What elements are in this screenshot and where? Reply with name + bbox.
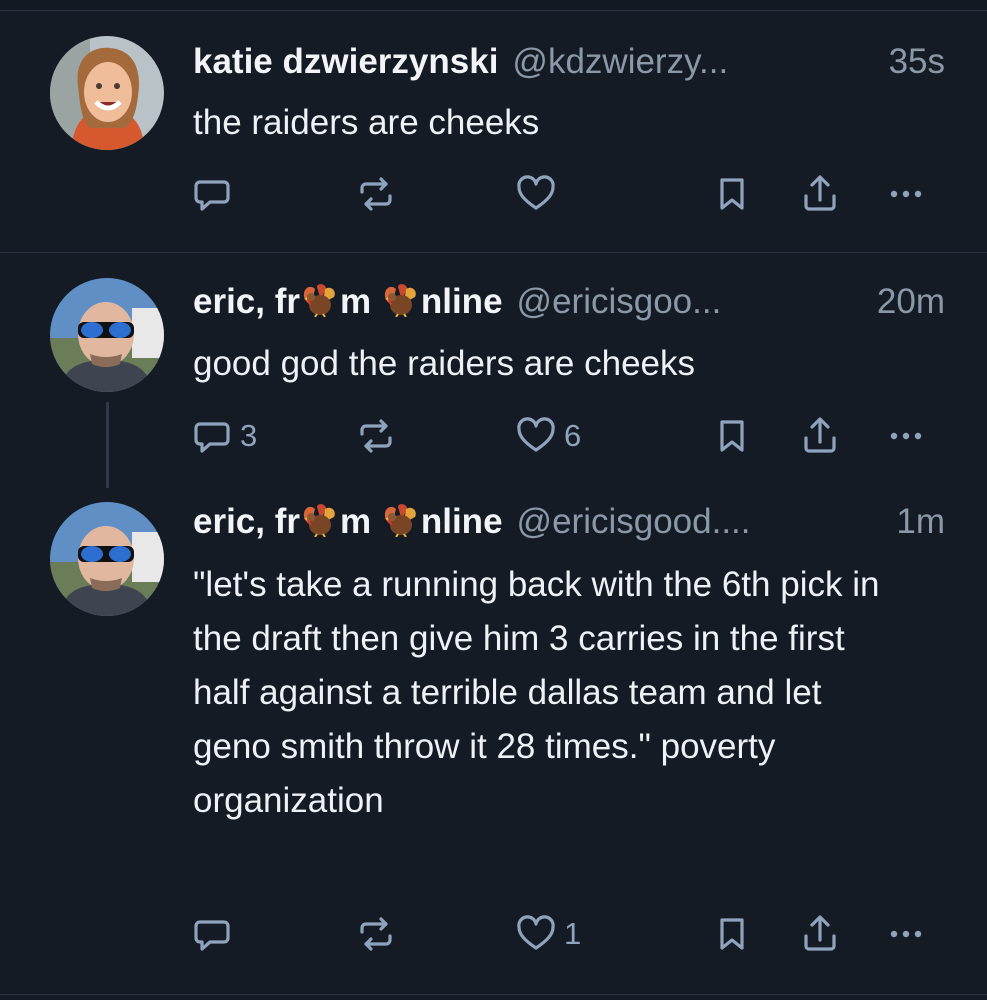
more-button[interactable] [884, 414, 928, 458]
share-button[interactable] [798, 912, 842, 956]
bookmark-button[interactable] [710, 414, 754, 458]
repost-icon [360, 177, 392, 211]
like-button[interactable]: 6 [514, 414, 581, 458]
author-handle[interactable]: @kdzwierzy... [512, 42, 870, 82]
like-button[interactable]: 1 [514, 912, 581, 956]
more-button[interactable] [884, 912, 928, 956]
more-icon [890, 432, 922, 440]
post-text: the raiders are cheeks [193, 103, 540, 142]
share-icon [804, 417, 836, 453]
post-time[interactable]: 20m [877, 282, 945, 322]
like-count: 1 [564, 916, 582, 951]
repost-button[interactable] [354, 172, 398, 216]
post-time[interactable]: 35s [889, 42, 945, 82]
post-actions: 1 [190, 912, 940, 956]
reply-button[interactable] [190, 912, 240, 956]
share-button[interactable] [798, 172, 842, 216]
post-actions: 3 6 [190, 414, 940, 458]
share-button[interactable] [798, 414, 842, 458]
avatar[interactable] [50, 502, 164, 616]
turkey-emoji [301, 503, 339, 537]
repost-button[interactable] [354, 912, 398, 956]
thread-connector [106, 402, 109, 488]
author-name[interactable]: katie dzwierzynski [193, 42, 498, 82]
share-icon [804, 175, 836, 211]
like-count: 6 [564, 418, 582, 453]
post-time[interactable]: 1m [896, 502, 945, 542]
reply-icon [194, 920, 230, 951]
avatar[interactable] [50, 36, 164, 150]
avatar[interactable] [50, 278, 164, 392]
share-icon [804, 915, 836, 951]
repost-button[interactable] [354, 414, 398, 458]
post-divider [0, 252, 987, 253]
turkey-emoji [382, 283, 420, 317]
bookmark-icon [720, 420, 744, 452]
top-divider [0, 0, 987, 11]
like-button[interactable] [514, 172, 564, 216]
author-handle[interactable]: @ericisgood.... [517, 502, 879, 542]
reply-button[interactable] [190, 172, 240, 216]
reply-button[interactable]: 3 [190, 414, 257, 458]
repost-icon [360, 917, 392, 951]
heart-icon [517, 915, 555, 950]
more-icon [890, 930, 922, 938]
post-text: good god the raiders are cheeks [193, 344, 695, 383]
post-header: eric, fr m nline @ericisgoo... 20m [193, 282, 945, 332]
turkey-emoji [301, 283, 339, 317]
post-actions [190, 172, 940, 216]
author-name[interactable]: eric, fr m nline [193, 502, 503, 542]
bookmark-icon [720, 178, 744, 210]
post-header: eric, fr m nline @ericisgood.... 1m [193, 502, 945, 552]
bookmark-button[interactable] [710, 172, 754, 216]
heart-icon [517, 175, 555, 210]
reply-icon [194, 422, 230, 453]
post-header: katie dzwierzynski @kdzwierzy... 35s [193, 42, 945, 92]
reply-count: 3 [240, 418, 258, 453]
author-handle[interactable]: @ericisgoo... [517, 282, 859, 322]
bookmark-button[interactable] [710, 912, 754, 956]
post-divider [0, 994, 987, 995]
reply-icon [194, 180, 230, 211]
post-text: "let's take a running back with the 6th … [193, 565, 880, 820]
bookmark-icon [720, 918, 744, 950]
turkey-emoji [382, 503, 420, 537]
heart-icon [517, 417, 555, 452]
more-icon [890, 190, 922, 198]
author-name[interactable]: eric, fr m nline [193, 282, 503, 322]
repost-icon [360, 419, 392, 453]
more-button[interactable] [884, 172, 928, 216]
